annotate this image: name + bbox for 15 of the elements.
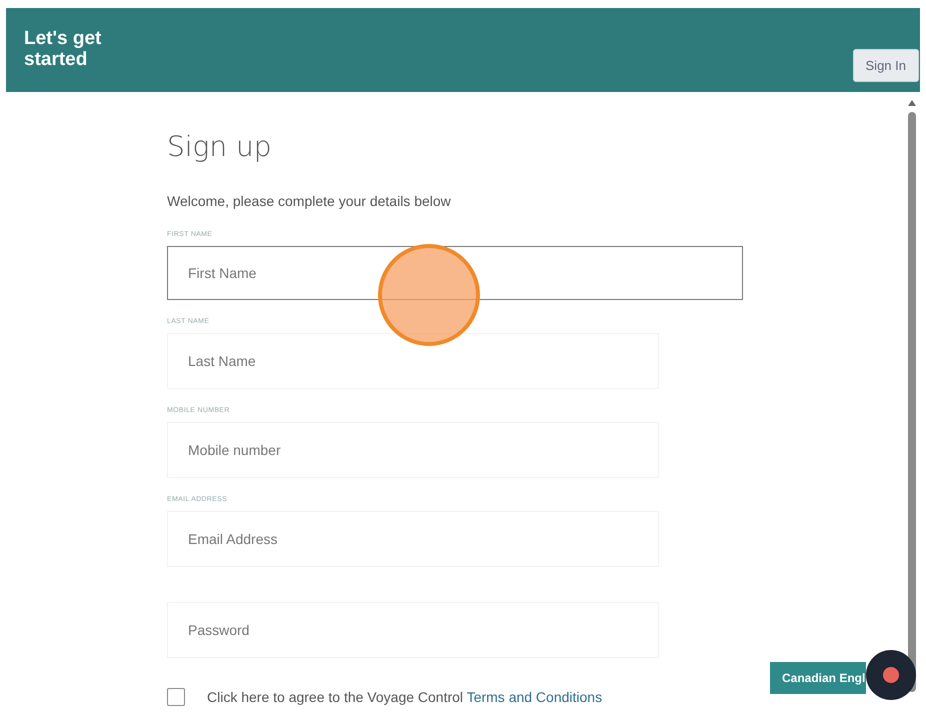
scroll-up-icon[interactable] xyxy=(908,100,916,106)
terms-text: Click here to agree to the Voyage Control Terms and Conditions xyxy=(207,689,602,705)
record-button[interactable] xyxy=(866,650,916,700)
terms-link[interactable]: Terms and Conditions xyxy=(466,689,602,705)
language-button[interactable]: Canadian Engl xyxy=(770,662,866,694)
input-field[interactable]: Password xyxy=(167,602,659,658)
page-title: Let's get started xyxy=(24,28,102,70)
intro-text: Welcome, please complete your details below xyxy=(167,193,452,209)
input-field[interactable]: Mobile number xyxy=(167,422,659,478)
input-field[interactable]: Email Address xyxy=(167,511,659,567)
input-field[interactable]: Last Name xyxy=(167,333,659,389)
checkbox[interactable] xyxy=(167,688,185,706)
scrollbar-thumb[interactable] xyxy=(908,112,916,692)
form-heading: Sign up xyxy=(167,130,273,163)
sign-in-button[interactable]: Sign In xyxy=(852,49,919,82)
